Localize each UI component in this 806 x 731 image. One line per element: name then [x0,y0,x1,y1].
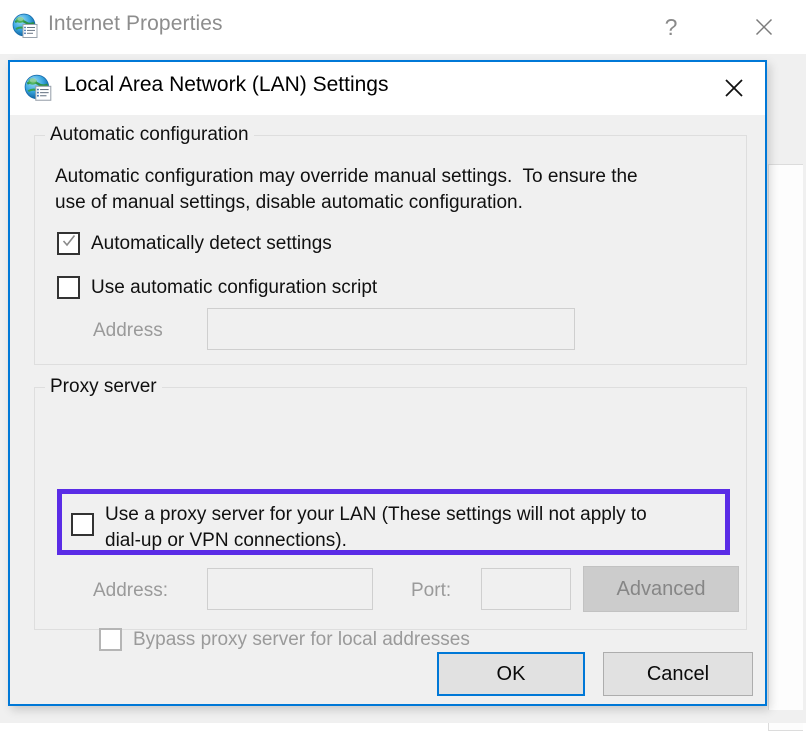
lan-settings-titlebar: Local Area Network (LAN) Settings [10,62,765,115]
lan-settings-dialog: Local Area Network (LAN) Settings Automa… [8,60,767,706]
close-icon [755,18,773,36]
proxy-port-label: Port: [411,580,452,601]
bypass-proxy-server-row[interactable]: Bypass proxy server for local addresses [99,628,470,651]
use-proxy-server-label: Use a proxy server for your LAN (These s… [105,504,647,551]
automatically-detect-settings-label: Automatically detect settings [91,233,332,254]
proxy-server-legend: Proxy server [45,376,162,398]
proxy-server-group: Proxy server Use a proxy server for your… [34,376,747,651]
close-icon [725,79,743,97]
advanced-button-label: Advanced [616,577,706,600]
advanced-button[interactable]: Advanced [583,566,739,612]
automatically-detect-settings-checkbox[interactable] [57,232,80,255]
auto-config-address-label: Address [93,320,163,341]
internet-properties-inner-panel [768,164,803,731]
internet-properties-bottom-strip [0,710,806,723]
bypass-proxy-server-label: Bypass proxy server for local addresses [133,629,470,650]
ok-button[interactable]: OK [437,652,585,696]
help-button[interactable]: ? [648,8,694,46]
bypass-proxy-server-checkbox[interactable] [99,628,122,651]
internet-properties-globe-icon [12,13,40,41]
use-automatic-configuration-script-label: Use automatic configuration script [91,277,378,298]
lan-settings-title: Local Area Network (LAN) Settings [64,73,389,96]
automatic-configuration-description-line1: Automatic configuration may override man… [55,166,638,187]
automatic-configuration-legend: Automatic configuration [45,124,254,146]
cancel-button-label: Cancel [646,662,710,685]
use-proxy-server-checkbox[interactable] [71,513,94,536]
lan-settings-close-button[interactable] [709,68,759,108]
lan-settings-content: Automatic configuration Automatic config… [10,115,765,704]
cancel-button[interactable]: Cancel [603,652,753,696]
use-proxy-server-checkbox-row[interactable]: Use a proxy server for your LAN (These s… [71,502,647,554]
automatic-configuration-group: Automatic configuration Automatic config… [34,124,747,365]
use-automatic-configuration-script-row[interactable]: Use automatic configuration script [57,276,377,299]
internet-properties-titlebar: Internet Properties ? [0,0,806,54]
internet-properties-close-button[interactable] [737,8,791,46]
proxy-address-input[interactable] [207,568,373,610]
internet-properties-globe-icon [24,74,54,104]
automatically-detect-settings-row[interactable]: Automatically detect settings [57,232,332,255]
proxy-address-label: Address: [93,580,168,601]
internet-properties-title: Internet Properties [48,12,223,35]
use-automatic-configuration-script-checkbox[interactable] [57,276,80,299]
checkmark-icon [62,235,76,247]
proxy-port-input[interactable] [481,568,571,610]
automatic-configuration-description-line2: use of manual settings, disable automati… [55,192,523,213]
auto-config-address-input[interactable] [207,308,575,350]
help-icon: ? [664,13,678,40]
ok-button-label: OK [496,662,526,685]
